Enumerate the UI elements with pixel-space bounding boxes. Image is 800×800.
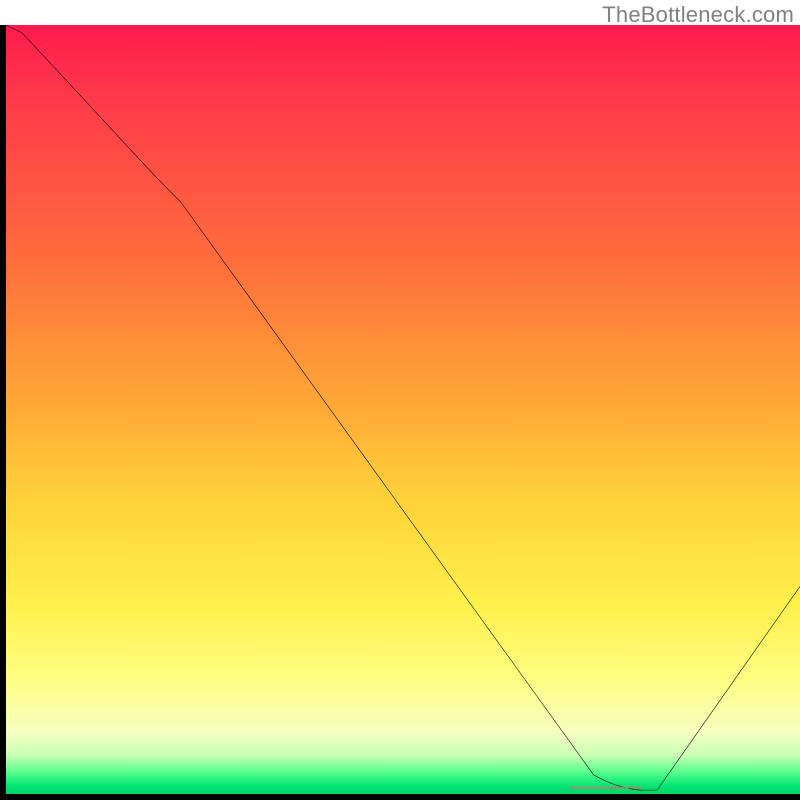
plot-overlay (6, 25, 800, 794)
watermark-text: TheBottleneck.com (602, 2, 794, 28)
bottleneck-curve (6, 25, 800, 790)
y-axis (0, 25, 6, 800)
chart-stage: TheBottleneck.com (0, 0, 800, 800)
x-axis (0, 794, 800, 800)
